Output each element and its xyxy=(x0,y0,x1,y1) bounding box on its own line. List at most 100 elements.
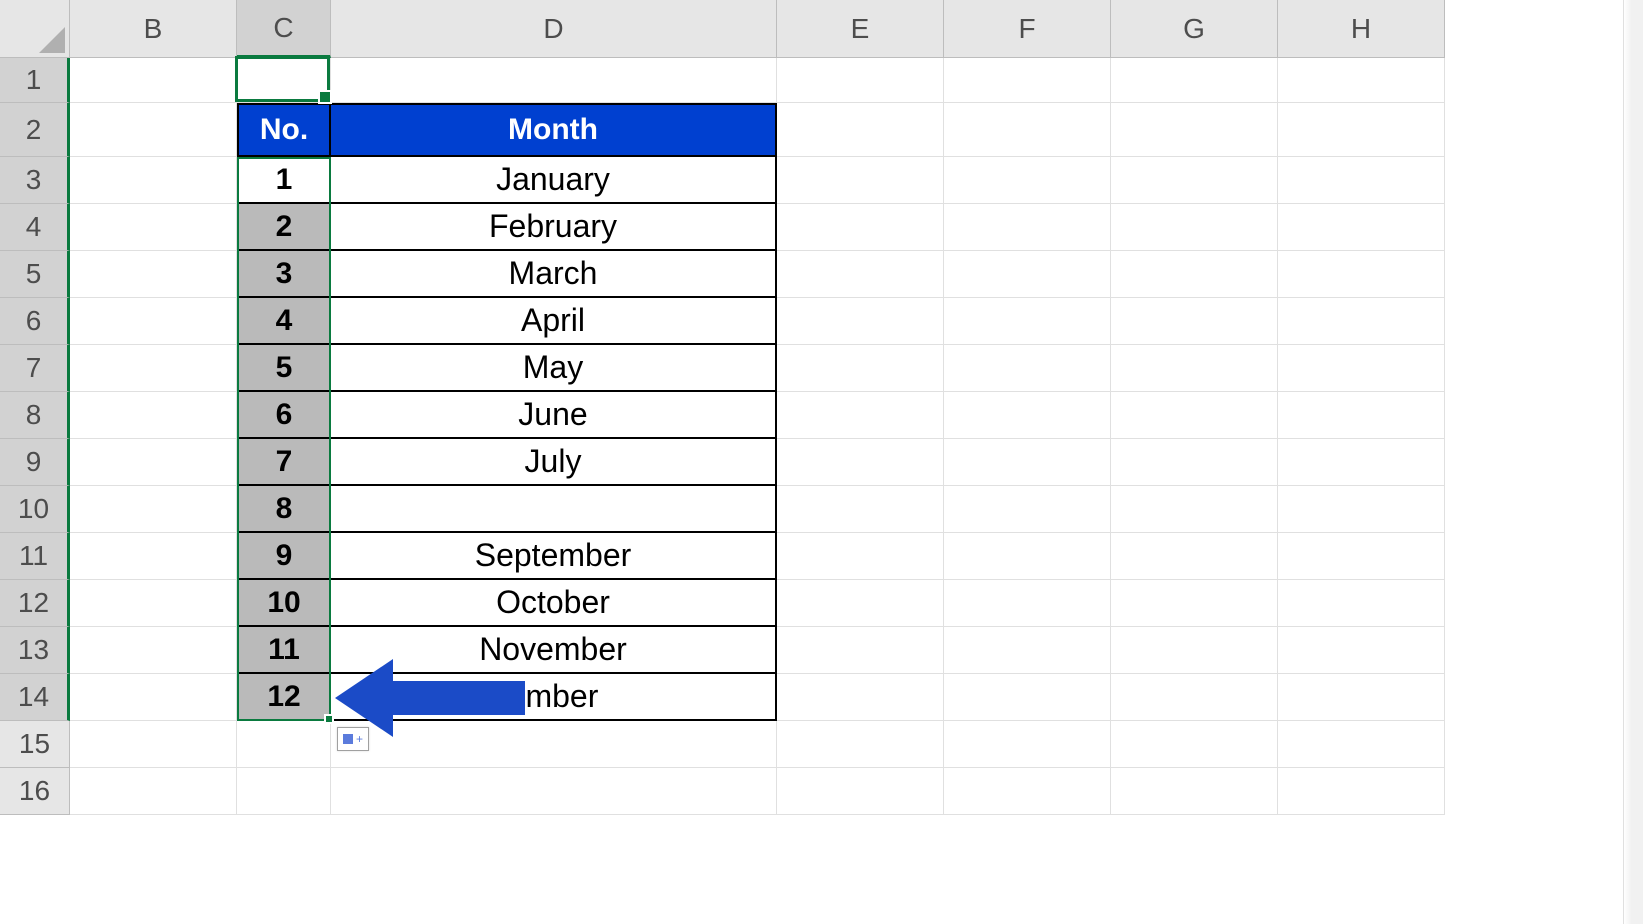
cell-F14[interactable] xyxy=(944,674,1111,721)
cell-D4[interactable]: February xyxy=(331,204,777,251)
row-header-4[interactable]: 4 xyxy=(0,204,70,251)
cell-D16[interactable] xyxy=(331,768,777,815)
cell-B12[interactable] xyxy=(70,580,237,627)
cell-E6[interactable] xyxy=(777,298,944,345)
cell-H16[interactable] xyxy=(1278,768,1445,815)
cell-F16[interactable] xyxy=(944,768,1111,815)
row-header-9[interactable]: 9 xyxy=(0,439,70,486)
row-header-14[interactable]: 14 xyxy=(0,674,70,721)
cell-G3[interactable] xyxy=(1111,157,1278,204)
column-header-D[interactable]: D xyxy=(331,0,777,58)
cell-E10[interactable] xyxy=(777,486,944,533)
cell-H12[interactable] xyxy=(1278,580,1445,627)
cell-B16[interactable] xyxy=(70,768,237,815)
cell-C1[interactable] xyxy=(237,58,331,103)
cell-G1[interactable] xyxy=(1111,58,1278,103)
cell-H4[interactable] xyxy=(1278,204,1445,251)
cell-D15[interactable] xyxy=(331,721,777,768)
cell-F7[interactable] xyxy=(944,345,1111,392)
cell-F11[interactable] xyxy=(944,533,1111,580)
cell-D8[interactable]: June xyxy=(331,392,777,439)
cell-H3[interactable] xyxy=(1278,157,1445,204)
cell-D14[interactable]: ember xyxy=(331,674,777,721)
row-header-12[interactable]: 12 xyxy=(0,580,70,627)
cell-E7[interactable] xyxy=(777,345,944,392)
cell-C5[interactable]: 3 xyxy=(237,251,331,298)
cell-H7[interactable] xyxy=(1278,345,1445,392)
row-header-7[interactable]: 7 xyxy=(0,345,70,392)
cell-E1[interactable] xyxy=(777,58,944,103)
cell-C4[interactable]: 2 xyxy=(237,204,331,251)
cell-D5[interactable]: March xyxy=(331,251,777,298)
cells-area[interactable]: No.Month1January2February3March4April5Ma… xyxy=(70,58,1445,815)
cell-D10[interactable] xyxy=(331,486,777,533)
cell-B3[interactable] xyxy=(70,157,237,204)
cell-E2[interactable] xyxy=(777,103,944,157)
cell-B2[interactable] xyxy=(70,103,237,157)
cell-F6[interactable] xyxy=(944,298,1111,345)
row-header-6[interactable]: 6 xyxy=(0,298,70,345)
cell-B6[interactable] xyxy=(70,298,237,345)
column-header-C[interactable]: C xyxy=(237,0,331,58)
cell-G5[interactable] xyxy=(1111,251,1278,298)
cell-E15[interactable] xyxy=(777,721,944,768)
cell-B14[interactable] xyxy=(70,674,237,721)
cell-G8[interactable] xyxy=(1111,392,1278,439)
cell-G15[interactable] xyxy=(1111,721,1278,768)
cell-G2[interactable] xyxy=(1111,103,1278,157)
cell-G6[interactable] xyxy=(1111,298,1278,345)
autofill-options-button[interactable]: + xyxy=(337,727,369,751)
row-header-8[interactable]: 8 xyxy=(0,392,70,439)
cell-D1[interactable] xyxy=(331,58,777,103)
vertical-scrollbar[interactable] xyxy=(1623,0,1643,924)
row-header-11[interactable]: 11 xyxy=(0,533,70,580)
cell-C7[interactable]: 5 xyxy=(237,345,331,392)
cell-H1[interactable] xyxy=(1278,58,1445,103)
cell-F8[interactable] xyxy=(944,392,1111,439)
cell-E4[interactable] xyxy=(777,204,944,251)
cell-E8[interactable] xyxy=(777,392,944,439)
cell-E13[interactable] xyxy=(777,627,944,674)
column-header-H[interactable]: H xyxy=(1278,0,1445,58)
row-header-16[interactable]: 16 xyxy=(0,768,70,815)
cell-G4[interactable] xyxy=(1111,204,1278,251)
cell-H5[interactable] xyxy=(1278,251,1445,298)
cell-C9[interactable]: 7 xyxy=(237,439,331,486)
cell-E12[interactable] xyxy=(777,580,944,627)
cell-D6[interactable]: April xyxy=(331,298,777,345)
cell-F1[interactable] xyxy=(944,58,1111,103)
cell-C3[interactable]: 1 xyxy=(237,157,331,204)
cell-B9[interactable] xyxy=(70,439,237,486)
select-all-triangle[interactable] xyxy=(0,0,70,58)
cell-H9[interactable] xyxy=(1278,439,1445,486)
cell-G12[interactable] xyxy=(1111,580,1278,627)
cell-G13[interactable] xyxy=(1111,627,1278,674)
cell-E14[interactable] xyxy=(777,674,944,721)
row-header-10[interactable]: 10 xyxy=(0,486,70,533)
cell-G14[interactable] xyxy=(1111,674,1278,721)
cell-G16[interactable] xyxy=(1111,768,1278,815)
cell-C12[interactable]: 10 xyxy=(237,580,331,627)
column-header-G[interactable]: G xyxy=(1111,0,1278,58)
cell-D7[interactable]: May xyxy=(331,345,777,392)
cell-D3[interactable]: January xyxy=(331,157,777,204)
cell-H8[interactable] xyxy=(1278,392,1445,439)
cell-B4[interactable] xyxy=(70,204,237,251)
row-header-3[interactable]: 3 xyxy=(0,157,70,204)
cell-D12[interactable]: October xyxy=(331,580,777,627)
cell-F10[interactable] xyxy=(944,486,1111,533)
cell-B5[interactable] xyxy=(70,251,237,298)
cell-F12[interactable] xyxy=(944,580,1111,627)
column-header-B[interactable]: B xyxy=(70,0,237,58)
column-header-E[interactable]: E xyxy=(777,0,944,58)
cell-B1[interactable] xyxy=(70,58,237,103)
cell-H15[interactable] xyxy=(1278,721,1445,768)
cell-F4[interactable] xyxy=(944,204,1111,251)
cell-F3[interactable] xyxy=(944,157,1111,204)
cell-F9[interactable] xyxy=(944,439,1111,486)
cell-B15[interactable] xyxy=(70,721,237,768)
cell-E9[interactable] xyxy=(777,439,944,486)
cell-B8[interactable] xyxy=(70,392,237,439)
cell-C2[interactable]: No. xyxy=(237,103,331,157)
cell-E3[interactable] xyxy=(777,157,944,204)
